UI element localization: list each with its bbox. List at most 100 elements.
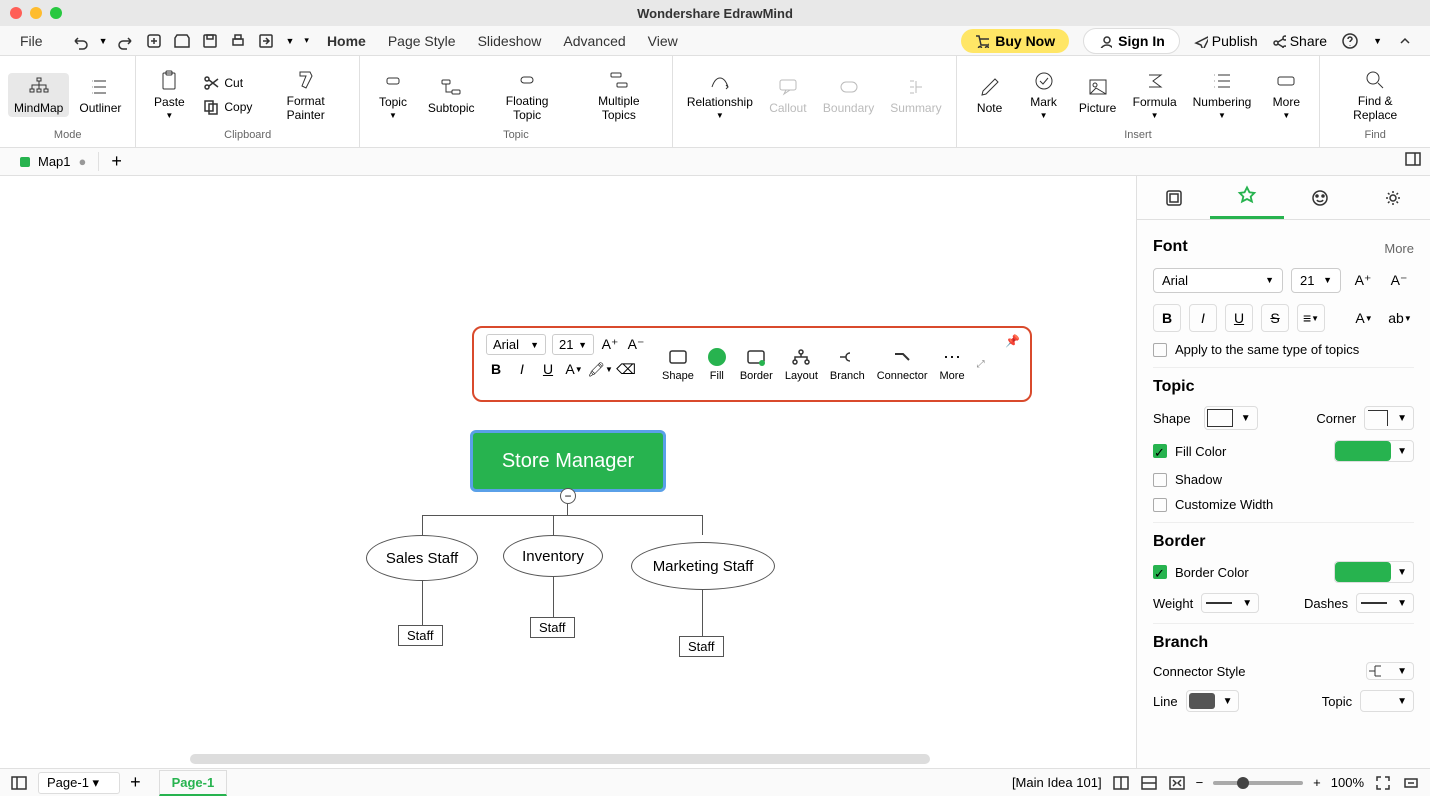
print-icon[interactable] <box>229 32 247 50</box>
layout-tool[interactable]: Layout <box>785 346 818 382</box>
shadow-checkbox[interactable] <box>1153 473 1167 487</box>
help-icon[interactable] <box>1341 32 1359 50</box>
leaf-topic[interactable]: Staff <box>679 636 724 657</box>
pin-icon[interactable]: 📌 <box>1005 334 1020 348</box>
undo-icon[interactable] <box>71 32 89 50</box>
leaf-topic[interactable]: Staff <box>530 617 575 638</box>
picture-button[interactable]: Picture <box>1073 73 1123 117</box>
add-tab-button[interactable]: + <box>103 151 130 172</box>
redo-icon[interactable] <box>117 32 135 50</box>
font-more-link[interactable]: More <box>1384 241 1414 256</box>
child-topic-sales[interactable]: Sales Staff <box>366 535 478 581</box>
connector-style-select[interactable]: ▼ <box>1366 662 1414 680</box>
fill-color-checkbox[interactable]: ✓ <box>1153 444 1167 458</box>
find-replace-button[interactable]: Find & Replace <box>1328 66 1422 124</box>
callout-button[interactable]: Callout <box>763 73 813 117</box>
copy-button[interactable]: Copy <box>198 96 256 118</box>
border-color-checkbox[interactable]: ✓ <box>1153 565 1167 579</box>
branch-topic-select[interactable]: ▼ <box>1360 690 1414 712</box>
italic-button[interactable]: I <box>512 359 532 379</box>
leaf-topic[interactable]: Staff <box>398 625 443 646</box>
sp-align[interactable]: ≡▼ <box>1297 304 1325 332</box>
collapse-toggle[interactable]: − <box>560 488 576 504</box>
more-tool[interactable]: ⋯More <box>940 346 965 382</box>
menu-page-style[interactable]: Page Style <box>384 31 460 51</box>
undo-dropdown[interactable]: ▼ <box>99 36 108 46</box>
relationship-button[interactable]: Relationship ▼ <box>681 67 759 122</box>
floating-topic-button[interactable]: Floating Topic <box>484 66 569 124</box>
open-icon[interactable] <box>173 32 191 50</box>
format-painter-button[interactable]: Format Painter <box>260 66 351 124</box>
root-topic[interactable]: Store Manager <box>470 430 666 492</box>
zoom-slider[interactable] <box>1213 781 1303 785</box>
clear-format-button[interactable]: ⌫ <box>616 359 636 379</box>
sp-text-case[interactable]: ab▼ <box>1386 304 1414 332</box>
collapse-panel-icon[interactable] <box>1402 774 1420 792</box>
font-size-select[interactable]: 21▼ <box>552 334 594 355</box>
sp-font-family[interactable]: Arial▼ <box>1153 268 1283 293</box>
fullscreen-icon[interactable] <box>1374 774 1392 792</box>
fill-color-picker[interactable]: ▼ <box>1334 440 1414 462</box>
sp-font-size[interactable]: 21▼ <box>1291 268 1341 293</box>
panel-tab-settings[interactable] <box>1357 176 1430 219</box>
sp-bold[interactable]: B <box>1153 304 1181 332</box>
view-mode-1-icon[interactable] <box>1112 774 1130 792</box>
formula-button[interactable]: Formula▼ <box>1127 67 1183 122</box>
fit-page-icon[interactable] <box>1168 774 1186 792</box>
sign-in-button[interactable]: Sign In <box>1083 28 1180 54</box>
bold-button[interactable]: B <box>486 359 506 379</box>
panel-tab-style[interactable] <box>1210 176 1283 219</box>
note-button[interactable]: Note <box>965 73 1015 117</box>
menu-view[interactable]: View <box>644 31 682 51</box>
maximize-icon[interactable] <box>50 7 62 19</box>
sp-decrease-font[interactable]: A⁻ <box>1385 266 1413 294</box>
add-page-button[interactable]: + <box>130 772 141 793</box>
file-tab-map1[interactable]: Map1 ● <box>8 152 99 171</box>
apply-same-checkbox[interactable] <box>1153 343 1167 357</box>
toggle-panel-icon[interactable] <box>1404 150 1422 168</box>
buy-now-button[interactable]: Buy Now <box>961 29 1069 53</box>
menu-advanced[interactable]: Advanced <box>559 31 629 51</box>
branch-tool[interactable]: Branch <box>830 346 865 382</box>
export-icon[interactable] <box>257 32 275 50</box>
expand-toolbar-icon[interactable]: ⤢ <box>977 359 985 370</box>
corner-select[interactable]: ▼ <box>1364 406 1414 430</box>
save-icon[interactable] <box>201 32 219 50</box>
help-dropdown[interactable]: ▼ <box>1373 36 1382 46</box>
font-family-select[interactable]: Arial▼ <box>486 334 546 355</box>
menu-file[interactable]: File <box>16 31 47 51</box>
page-tab-active[interactable]: Page-1 <box>159 770 228 796</box>
increase-font-icon[interactable]: A⁺ <box>600 335 620 355</box>
summary-button[interactable]: Summary <box>884 73 947 117</box>
outliner-mode-button[interactable]: Outliner <box>73 73 127 117</box>
connector-tool[interactable]: Connector <box>877 346 928 382</box>
menu-slideshow[interactable]: Slideshow <box>474 31 546 51</box>
underline-button[interactable]: U <box>538 359 558 379</box>
border-color-picker[interactable]: ▼ <box>1334 561 1414 583</box>
page-selector[interactable]: Page-1 ▾ <box>38 772 120 794</box>
line-color-select[interactable]: ▼ <box>1186 690 1240 712</box>
cut-button[interactable]: Cut <box>198 72 256 94</box>
new-icon[interactable] <box>145 32 163 50</box>
horizontal-scrollbar[interactable] <box>190 754 930 764</box>
qat-customize[interactable]: ▾ <box>304 35 309 46</box>
numbering-button[interactable]: Numbering▼ <box>1187 67 1258 122</box>
canvas[interactable]: 📌 Arial▼ 21▼ A⁺ A⁻ B I U A▼ 🖍▼ ⌫ <box>0 176 1136 768</box>
sp-increase-font[interactable]: A⁺ <box>1349 266 1377 294</box>
paste-button[interactable]: Paste ▼ <box>144 67 194 122</box>
share-button[interactable]: Share <box>1272 33 1327 49</box>
child-topic-inventory[interactable]: Inventory <box>503 535 603 577</box>
collapse-ribbon-icon[interactable] <box>1396 32 1414 50</box>
multiple-topics-button[interactable]: Multiple Topics <box>574 66 664 124</box>
font-color-button[interactable]: A▼ <box>564 359 584 379</box>
publish-button[interactable]: Publish <box>1194 33 1258 49</box>
weight-select[interactable]: ▼ <box>1201 593 1259 613</box>
menu-home[interactable]: Home <box>323 31 370 51</box>
panel-tab-icons[interactable] <box>1284 176 1357 219</box>
page-panel-icon[interactable] <box>10 774 28 792</box>
sp-italic[interactable]: I <box>1189 304 1217 332</box>
decrease-font-icon[interactable]: A⁻ <box>626 335 646 355</box>
fill-tool[interactable]: Fill <box>706 346 728 382</box>
close-icon[interactable] <box>10 7 22 19</box>
panel-tab-layout[interactable] <box>1137 176 1210 219</box>
